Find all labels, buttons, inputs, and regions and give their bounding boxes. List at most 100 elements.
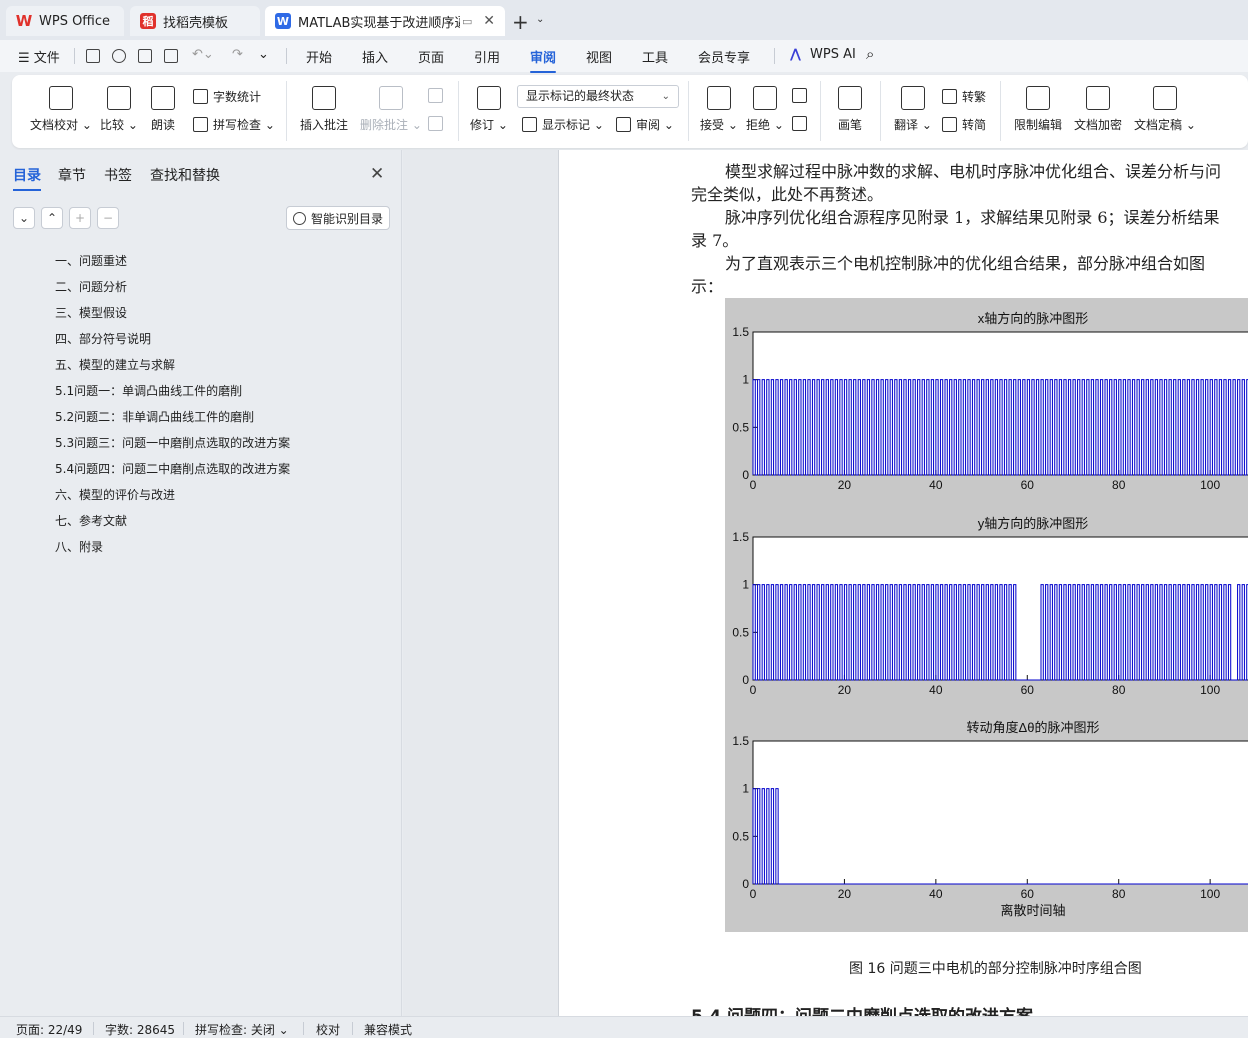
word-count-button[interactable]: 字数统计 [193,88,261,105]
show-markup-button[interactable]: 显示标记 ⌄ [522,116,604,133]
word-count-indicator[interactable]: 字数: 28645 [105,1021,175,1038]
accept-button[interactable]: 接受 ⌄ [700,86,738,133]
previous-change-icon [792,88,807,103]
menu-member[interactable]: 会员专享 [698,47,750,66]
undo-icon[interactable]: ↶⌄ [192,47,214,62]
encrypt-button[interactable]: 文档加密 [1074,86,1122,133]
close-tab-icon[interactable]: ✕ [483,13,495,29]
read-aloud-label: 朗读 [151,118,176,132]
remove-toc-item-button[interactable]: − [97,207,119,229]
toc-item[interactable]: 六、模型的评价与改进 [55,486,175,503]
insert-comment-label: 插入批注 [300,118,349,132]
close-icon[interactable]: ✕ [370,164,384,184]
encrypt-label: 文档加密 [1074,118,1123,132]
menu-tools[interactable]: 工具 [642,47,668,66]
track-changes-button[interactable]: 修订 ⌄ [470,86,508,133]
collapse-all-button[interactable]: ⌃ [41,207,63,229]
x-tick-label: 40 [929,887,943,901]
compare-button[interactable]: 比较 ⌄ [100,86,138,133]
file-menu[interactable]: ☰ 文件 [18,47,60,66]
print-icon[interactable] [138,49,152,63]
menu-start[interactable]: 开始 [306,47,332,66]
tab-docer-template[interactable]: 稻 找稻壳模板 [130,6,260,36]
toc-item[interactable]: 5.1问题一：单调凸曲线工件的磨削 [55,382,242,399]
next-comment-button[interactable] [428,116,448,131]
toc-item[interactable]: 七、参考文献 [55,512,127,529]
next-change-button[interactable] [792,116,812,131]
y-tick-label: 1.5 [732,734,749,748]
proofread-icon [48,86,73,110]
add-toc-item-button[interactable]: + [69,207,91,229]
markup-state-select[interactable]: 显示标记的最终状态 ⌄ [517,85,679,108]
proofread-button[interactable]: 文档校对 ⌄ [30,86,92,133]
page-indicator[interactable]: 页面: 22/49 [16,1021,82,1038]
proof-status[interactable]: 校对 [316,1021,340,1038]
toc-item[interactable]: 四、部分符号说明 [55,330,151,347]
new-tab-button[interactable]: + [512,10,529,34]
menu-view[interactable]: 视图 [586,47,612,66]
toc-item[interactable]: 5.4问题四：问题二中磨削点选取的改进方案 [55,460,290,477]
figure-caption: 图 16 问题三中电机的部分控制脉冲时序组合图 [849,961,1142,977]
reject-label: 拒绝 [746,118,771,132]
x-tick-label: 60 [1021,887,1035,901]
read-aloud-button[interactable]: 朗读 [151,86,175,133]
divider [1000,81,1001,141]
share-icon[interactable] [112,49,126,63]
toc-item[interactable]: 八、附录 [55,538,103,555]
chart-title: 转动角度Δθ的脉冲图形 [967,720,1100,735]
wps-ai-button[interactable]: WPS AI [810,47,856,62]
previous-change-button[interactable] [792,88,812,103]
to-simplified-button[interactable]: 转简 [942,116,986,133]
toc-item[interactable]: 一、问题重述 [55,252,127,269]
smart-toc-button[interactable]: 智能识别目录 [286,206,390,230]
insert-comment-button[interactable]: 插入批注 [300,86,348,133]
word-doc-icon: W [275,13,291,29]
tab-wps-office[interactable]: W WPS Office [6,6,124,36]
toc-item[interactable]: 5.2问题二：非单调凸曲线工件的磨削 [55,408,254,425]
reject-icon [752,86,777,110]
delete-comment-button[interactable]: 删除批注 ⌄ [360,86,422,133]
toc-item[interactable]: 二、问题分析 [55,278,127,295]
menu-insert[interactable]: 插入 [362,47,388,66]
search-icon[interactable]: ⌕ [866,45,874,63]
print-preview-icon[interactable] [164,49,178,63]
menu-page[interactable]: 页面 [418,47,444,66]
toc-item[interactable]: 三、模型假设 [55,304,127,321]
x-tick-label: 20 [838,683,852,697]
tab-bookmarks[interactable]: 书签 [104,165,132,185]
review-pane-button[interactable]: 审阅 ⌄ [616,116,674,133]
menu-references[interactable]: 引用 [474,47,500,66]
toc-item[interactable]: 五、模型的建立与求解 [55,356,175,373]
finalize-button[interactable]: 文档定稿 ⌄ [1134,86,1196,133]
tab-find-replace[interactable]: 查找和替换 [150,165,220,185]
previous-comment-button[interactable] [428,88,448,103]
to-traditional-button[interactable]: 转繁 [942,88,986,105]
wps-ai-icon[interactable]: ⋀ [790,47,801,62]
save-icon[interactable] [86,49,100,63]
x-tick-label: 80 [1112,478,1126,492]
docer-icon: 稻 [140,13,156,29]
expand-all-button[interactable]: ⌄ [13,207,35,229]
document-area[interactable]: 模型求解过程中脉冲数的求解、电机时序脉冲优化组合、误差分析与问 完全类似，此处不… [403,150,1248,1016]
tab-label: MATLAB实现基于改进顺序逼近法的凸轮加工 [298,15,460,31]
monitor-icon[interactable]: ▭ [462,15,472,28]
tab-sections[interactable]: 章节 [58,165,86,185]
reject-button[interactable]: 拒绝 ⌄ [746,86,784,133]
pulse-charts: x轴方向的脉冲图形00.511.5020406080100120140y轴方向的… [732,311,1248,918]
ink-button[interactable]: 画笔 [838,86,862,133]
menu-review[interactable]: 审阅 [530,47,557,73]
toc-item[interactable]: 5.3问题三：问题一中磨削点选取的改进方案 [55,434,290,451]
document-page[interactable]: 模型求解过程中脉冲数的求解、电机时序脉冲优化组合、误差分析与问 完全类似，此处不… [558,150,1248,1016]
tab-toc[interactable]: 目录 [13,165,41,191]
spell-check-status[interactable]: 拼写检查: 关闭 ⌄ [195,1021,289,1038]
chevron-down-icon[interactable]: ⌄ [536,14,544,25]
translate-button[interactable]: 翻译 ⌄ [894,86,932,133]
spell-check-button[interactable]: 拼写检查 ⌄ [193,116,275,133]
show-markup-label: 显示标记 [542,118,591,132]
redo-icon[interactable]: ↷ [232,47,243,62]
translate-label: 翻译 [894,118,919,132]
x-tick-label: 0 [750,683,757,697]
tab-current-document[interactable]: W MATLAB实现基于改进顺序逼近法的凸轮加工 ▭ ✕ [265,6,505,36]
chevron-down-icon[interactable]: ⌄ [258,47,269,62]
restrict-edit-button[interactable]: 限制编辑 [1014,86,1062,133]
